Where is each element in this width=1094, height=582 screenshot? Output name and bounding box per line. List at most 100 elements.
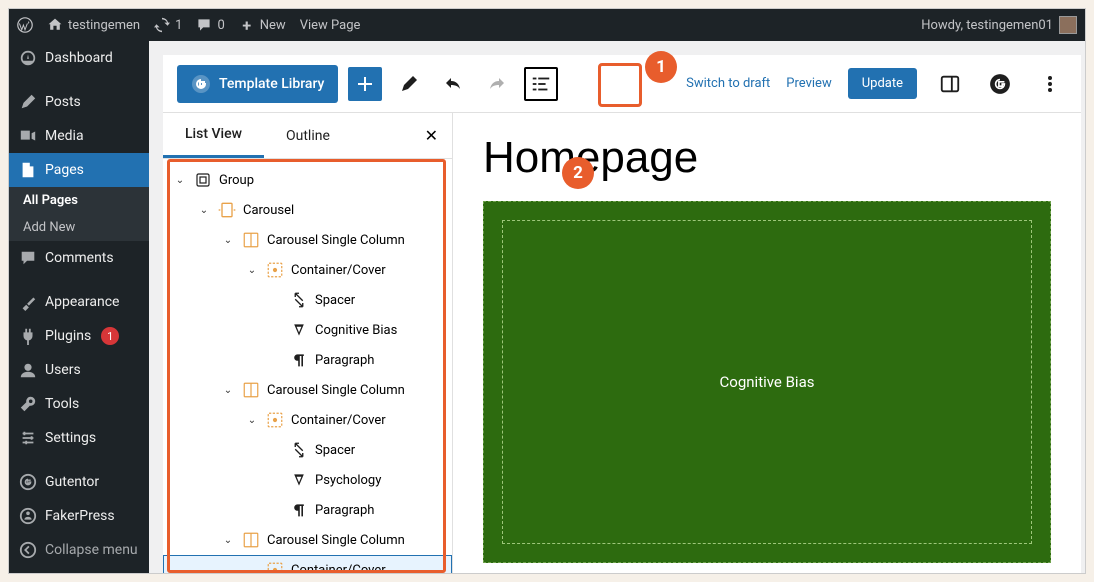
callout-highlight-1 [598,63,642,107]
group-icon [193,170,213,190]
redo-button[interactable] [480,67,514,101]
submenu-add-new[interactable]: Add New [9,214,149,241]
undo-button[interactable] [436,67,470,101]
tree-item-label: Paragraph [315,503,374,518]
preview-button[interactable]: Preview [786,76,831,91]
tree-item[interactable]: ⌄ Carousel [163,195,452,225]
tab-listview[interactable]: List View [163,113,264,158]
editor-canvas[interactable]: Homepage Cognitive Bias [453,113,1081,573]
block-tree: ⌄Group⌄Carousel⌄Carousel Single Column⌄C… [163,159,452,573]
add-block-button[interactable] [348,67,382,101]
tree-item[interactable]: Paragraph [163,345,452,375]
sidebar-item-appearance[interactable]: Appearance [9,285,149,319]
gutentor-settings-button[interactable] [983,67,1017,101]
spacer-icon [289,290,309,310]
chevron-down-icon[interactable]: ⌄ [197,205,211,216]
update-button[interactable]: Update [848,68,917,99]
chevron-down-icon[interactable]: ⌄ [245,565,259,574]
site-link[interactable]: testingemen [47,17,140,33]
tree-item[interactable]: Cognitive Bias [163,315,452,345]
sidebar-collapse[interactable]: Collapse menu [9,533,149,567]
column-icon [241,530,261,550]
tree-item[interactable]: ⌄ Carousel Single Column [163,525,452,555]
cover-inner[interactable]: Cognitive Bias [502,220,1032,544]
gutentor-icon [191,74,211,94]
plugins-badge: 1 [101,327,119,345]
tree-item-label: Spacer [315,293,355,308]
cover-block[interactable]: Cognitive Bias [483,201,1051,563]
options-menu-button[interactable] [1033,67,1067,101]
view-page[interactable]: View Page [300,18,361,33]
paragraph-icon [289,350,309,370]
column-icon [241,230,261,250]
callout-1: 1 [645,51,677,83]
listview-panel: List View Outline ✕ ⌄Group⌄Carousel⌄Caro… [163,113,453,573]
chevron-down-icon[interactable]: ⌄ [245,415,259,426]
sidebar-item-gutentor[interactable]: Gutentor [9,465,149,499]
tree-item-label: Carousel Single Column [267,233,405,248]
chevron-down-icon[interactable]: ⌄ [221,385,235,396]
sidebar-item-settings[interactable]: Settings [9,421,149,455]
chevron-down-icon[interactable]: ⌄ [173,175,187,186]
tree-item[interactable]: ⌄ Container/Cover [163,405,452,435]
tree-item[interactable]: Spacer [163,435,452,465]
paragraph-icon [289,500,309,520]
edit-mode-button[interactable] [392,67,426,101]
close-listview-button[interactable]: ✕ [411,126,452,145]
tree-item[interactable]: Psychology [163,465,452,495]
tree-item-label: Container/Cover [291,563,386,574]
template-library-button[interactable]: Template Library [177,65,338,103]
sidebar-item-dashboard[interactable]: Dashboard [9,41,149,75]
sidebar-item-fakerpress[interactable]: FakerPress [9,499,149,533]
tree-item[interactable]: ⌄ Container/Cover [163,555,452,573]
tree-item[interactable]: ⌄ Container/Cover [163,255,452,285]
pages-submenu: All Pages Add New [9,187,149,241]
tree-item-label: Paragraph [315,353,374,368]
sidebar-item-tools[interactable]: Tools [9,387,149,421]
chevron-down-icon[interactable]: ⌄ [221,235,235,246]
tree-item-label: Spacer [315,443,355,458]
tree-item-label: Cognitive Bias [315,323,397,338]
submenu-all-pages[interactable]: All Pages [9,187,149,214]
wp-logo[interactable] [17,17,33,33]
container-icon [265,560,285,573]
container-icon [265,260,285,280]
sidebar-item-posts[interactable]: Posts [9,85,149,119]
heading-icon [289,320,309,340]
tab-outline[interactable]: Outline [264,113,352,158]
editor-toolbar: Template Library Switch to draft Preview… [163,55,1081,113]
carousel-icon [217,200,237,220]
tree-item-label: Carousel Single Column [267,383,405,398]
container-icon [265,410,285,430]
tree-item-label: Container/Cover [291,413,386,428]
sidebar-item-comments[interactable]: Comments [9,241,149,275]
tree-item[interactable]: ⌄ Carousel Single Column [163,225,452,255]
howdy-account[interactable]: Howdy, testingemen01 [921,18,1053,33]
tree-item-label: Carousel [243,203,294,218]
sidebar-item-media[interactable]: Media [9,119,149,153]
sidebar-item-pages[interactable]: Pages [9,153,149,187]
chevron-down-icon[interactable]: ⌄ [221,535,235,546]
cover-heading[interactable]: Cognitive Bias [720,373,815,391]
tree-item-label: Container/Cover [291,263,386,278]
tree-item[interactable]: ⌄ Carousel Single Column [163,375,452,405]
tree-item-label: Carousel Single Column [267,533,405,548]
comments-indicator[interactable]: 0 [196,17,224,33]
editor-content: Template Library Switch to draft Preview… [149,41,1085,573]
sidebar-item-users[interactable]: Users [9,353,149,387]
updates-indicator[interactable]: 1 [154,17,182,33]
tree-item-label: Psychology [315,473,381,488]
sidebar-toggle-button[interactable] [933,67,967,101]
tree-item[interactable]: ⌄Group [163,165,452,195]
document-overview-button[interactable] [524,67,558,101]
tree-item[interactable]: Spacer [163,285,452,315]
sidebar-item-plugins[interactable]: Plugins1 [9,319,149,353]
heading-icon [289,470,309,490]
chevron-down-icon[interactable]: ⌄ [245,265,259,276]
new-content[interactable]: +New [239,17,286,33]
spacer-icon [289,440,309,460]
avatar[interactable] [1059,16,1077,34]
tree-item[interactable]: Paragraph [163,495,452,525]
callout-2: 2 [562,157,594,189]
switch-to-draft-button[interactable]: Switch to draft [686,76,770,91]
